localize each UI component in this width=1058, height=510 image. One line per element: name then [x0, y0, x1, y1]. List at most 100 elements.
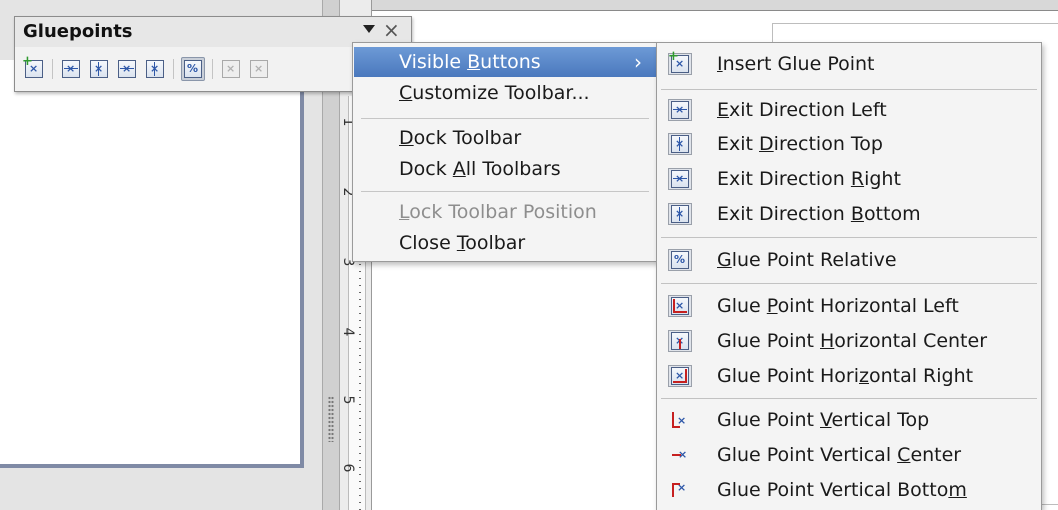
- submenu-item-exit-direction-top[interactable]: × Exit Direction Top: [657, 127, 1041, 159]
- submenu-item-label: Glue Point Vertical Top: [717, 405, 929, 435]
- exit-direction-bottom-icon: ×: [668, 203, 692, 225]
- menu-separator: [361, 191, 649, 192]
- menu-mnemonic: D: [399, 127, 414, 149]
- submenu-item-label: Glue Point Horizontal Right: [717, 361, 973, 391]
- exit-direction-left-button[interactable]: ×: [60, 58, 82, 80]
- menu-item-visible-buttons[interactable]: Visible Buttons ›: [354, 47, 656, 77]
- exit-direction-right-icon: ×: [118, 60, 136, 78]
- glue-point-relative-icon: %: [184, 60, 202, 78]
- submenu-item-glue-point-relative[interactable]: % Glue Point Relative: [657, 243, 1041, 275]
- glue-point-vertical-bottom-icon: ×: [668, 479, 692, 501]
- menu-mnemonic: B: [850, 203, 864, 225]
- submenu-item-glue-point-horizontal-center[interactable]: × Glue Point Horizontal Center: [657, 324, 1041, 356]
- toolbar-context-menu: Visible Buttons › Customize Toolbar... D…: [352, 42, 658, 262]
- toolbar-buttons: + × × × × × % × ×: [22, 55, 276, 83]
- submenu-item-glue-point-horizontal-right[interactable]: × Glue Point Horizontal Right: [657, 359, 1041, 391]
- label-part: Glue Point Vertical Botto: [717, 479, 949, 501]
- menu-label-part: ustomize Toolbar...: [412, 82, 590, 104]
- submenu-item-label: Glue Point Vertical Bottom: [717, 475, 967, 505]
- label-part: Glue Point Vertical: [717, 444, 898, 466]
- insert-glue-point-button[interactable]: + ×: [22, 55, 45, 80]
- submenu-arrow-icon: ›: [634, 50, 642, 74]
- glue-point-horizontal-left-icon: ×: [222, 60, 240, 78]
- label-part: orizontal Center: [834, 330, 988, 352]
- submenu-separator: [661, 398, 1037, 399]
- glue-point-horizontal-left-button[interactable]: ×: [220, 58, 242, 80]
- exit-direction-right-icon: ×: [668, 168, 692, 190]
- label-part: ight: [864, 168, 901, 190]
- ruler-number: 4: [340, 327, 356, 337]
- toolbar-separator: [212, 59, 213, 79]
- submenu-item-label: Glue Point Horizontal Left: [717, 291, 959, 321]
- submenu-item-exit-direction-left[interactable]: × Exit Direction Left: [657, 93, 1041, 125]
- menu-mnemonic: C: [897, 444, 911, 466]
- label-part: Exit Direction: [717, 203, 851, 225]
- submenu-item-insert-glue-point[interactable]: + × Insert Glue Point: [657, 47, 1041, 79]
- slide-thumbnail[interactable]: [0, 60, 304, 468]
- label-part: irection Top: [773, 133, 883, 155]
- toolbar-close-icon[interactable]: ×: [383, 19, 400, 41]
- submenu-item-exit-direction-right[interactable]: × Exit Direction Right: [657, 162, 1041, 194]
- glue-point-relative-button[interactable]: %: [181, 57, 205, 81]
- splitter-grip-icon[interactable]: [328, 396, 334, 442]
- menu-mnemonic: G: [717, 249, 732, 271]
- menu-mnemonic: D: [759, 133, 774, 155]
- glue-point-vertical-center-icon: ×: [668, 444, 692, 466]
- menu-mnemonic: V: [820, 409, 832, 431]
- label-part: Glue Point: [717, 409, 820, 431]
- canvas-header: [372, 0, 1058, 10]
- menu-item-close-toolbar[interactable]: Close Toolbar: [354, 228, 656, 258]
- insert-glue-point-icon: + ×: [22, 55, 43, 78]
- exit-direction-bottom-icon: ×: [146, 60, 164, 78]
- submenu-separator: [661, 89, 1037, 90]
- submenu-item-label: Exit Direction Top: [717, 129, 883, 159]
- menu-item-dock-all-toolbars[interactable]: Dock All Toolbars: [354, 154, 656, 184]
- toolbar-separator: [52, 59, 53, 79]
- menu-item-dock-toolbar[interactable]: Dock Toolbar: [354, 123, 656, 153]
- insert-glue-point-icon: + ×: [668, 50, 692, 75]
- exit-direction-top-icon: ×: [668, 133, 692, 155]
- submenu-item-label: Glue Point Relative: [717, 245, 897, 275]
- exit-direction-bottom-button[interactable]: ×: [144, 58, 166, 80]
- glue-point-horizontal-center-button[interactable]: ×: [248, 58, 270, 80]
- menu-label-part: uttons: [480, 51, 541, 73]
- glue-point-horizontal-right-icon: ×: [668, 365, 692, 387]
- menu-separator: [361, 118, 649, 119]
- submenu-item-label: Glue Point Vertical Center: [717, 440, 961, 470]
- label-part: enter: [910, 444, 962, 466]
- menu-label-part: ock Toolbar: [413, 127, 522, 149]
- exit-direction-right-button[interactable]: ×: [116, 58, 138, 80]
- label-part: ertical Top: [831, 409, 930, 431]
- exit-direction-top-button[interactable]: ×: [88, 58, 110, 80]
- label-part: Glue Point Hori: [717, 365, 859, 387]
- menu-label-part: Close: [399, 232, 457, 254]
- label-part: Exit Direction: [717, 168, 851, 190]
- submenu-item-glue-point-vertical-bottom[interactable]: × Glue Point Vertical Bottom: [657, 473, 1041, 505]
- submenu-separator: [661, 237, 1037, 238]
- toolbar-menu-arrow-icon[interactable]: [363, 25, 375, 33]
- submenu-item-label: Exit Direction Bottom: [717, 199, 921, 229]
- exit-direction-left-icon: ×: [668, 99, 692, 121]
- menu-mnemonic: R: [850, 168, 865, 190]
- menu-mnemonic: L: [399, 201, 410, 223]
- submenu-item-label: Exit Direction Left: [717, 95, 887, 125]
- submenu-item-glue-point-vertical-top[interactable]: × Glue Point Vertical Top: [657, 403, 1041, 435]
- label-part: lue Point Relative: [731, 249, 897, 271]
- submenu-item-glue-point-horizontal-left[interactable]: × Glue Point Horizontal Left: [657, 289, 1041, 321]
- visible-buttons-submenu: + × Insert Glue Point × Exit Direction Le…: [656, 42, 1042, 510]
- menu-mnemonic: m: [948, 479, 967, 501]
- menu-label-part: Dock: [399, 158, 453, 180]
- submenu-item-glue-point-vertical-center[interactable]: × Glue Point Vertical Center: [657, 438, 1041, 470]
- menu-mnemonic: H: [820, 330, 835, 352]
- glue-point-horizontal-center-icon: ×: [668, 330, 692, 352]
- menu-mnemonic: z: [859, 365, 869, 387]
- exit-direction-top-icon: ×: [90, 60, 108, 78]
- label-part: Glue Point: [717, 330, 820, 352]
- menu-label-part: ock Toolbar Position: [409, 201, 597, 223]
- label-part: Glue: [717, 295, 767, 317]
- submenu-item-exit-direction-bottom[interactable]: × Exit Direction Bottom: [657, 197, 1041, 229]
- menu-mnemonic: B: [467, 51, 481, 73]
- menu-item-customize-toolbar[interactable]: Customize Toolbar...: [354, 78, 656, 108]
- submenu-item-label: Glue Point Horizontal Center: [717, 326, 987, 356]
- submenu-separator: [661, 283, 1037, 284]
